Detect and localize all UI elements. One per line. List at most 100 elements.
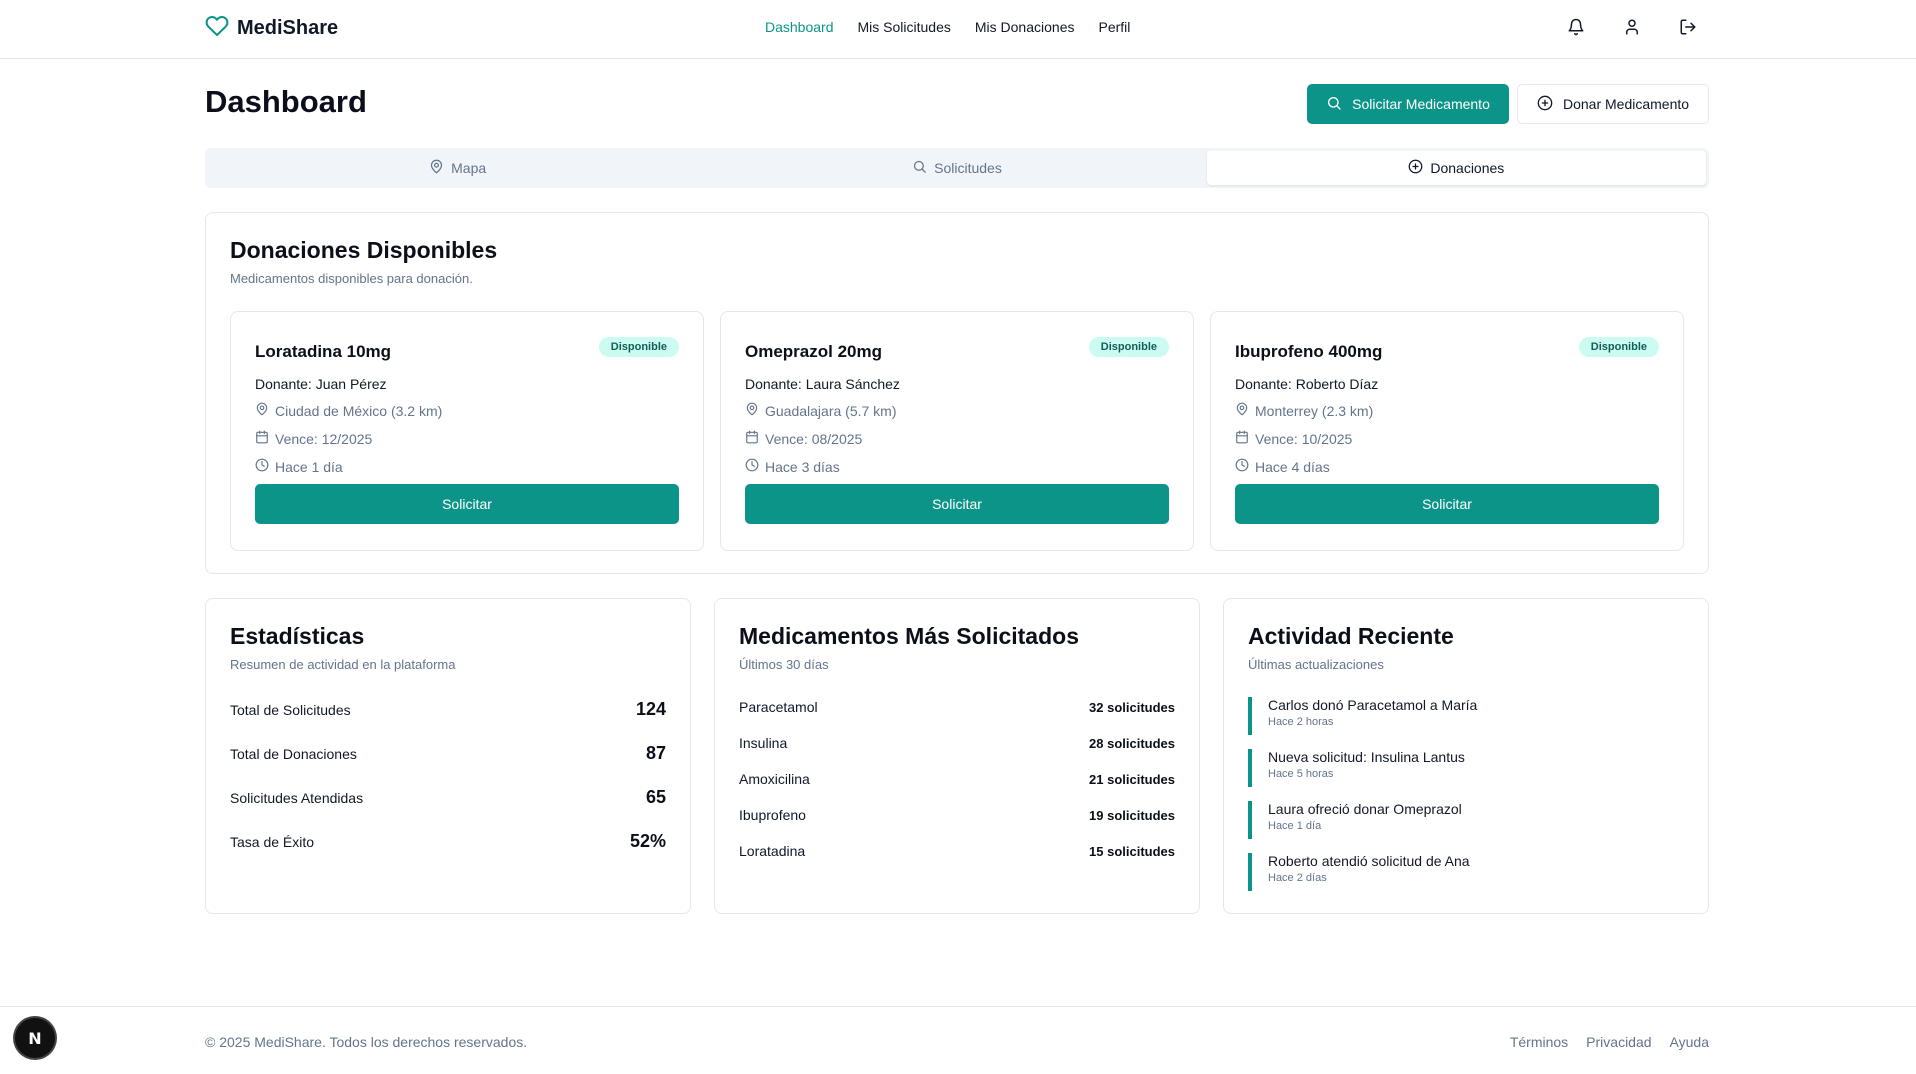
request-medication-button[interactable]: Solicitar Medicamento xyxy=(1307,84,1509,124)
stat-row: Total de Donaciones 87 xyxy=(230,743,666,764)
donations-subtitle: Medicamentos disponibles para donación. xyxy=(230,271,473,286)
activity-time: Hace 1 día xyxy=(1268,820,1322,832)
tab-donaciones-label: Donaciones xyxy=(1430,160,1505,176)
stat-row: Solicitudes Atendidas 65 xyxy=(230,787,666,808)
footer-link-help[interactable]: Ayuda xyxy=(1670,1034,1709,1050)
donor-name: Donante: Laura Sánchez xyxy=(745,376,900,392)
activity-item: Carlos donó Paracetamol a María Hace 2 h… xyxy=(1248,697,1684,735)
main-nav: Dashboard Mis Solicitudes Mis Donaciones… xyxy=(765,19,1130,35)
brand-name: MediShare xyxy=(237,17,339,39)
request-medication-label: Solicitar Medicamento xyxy=(1352,96,1490,112)
list-item: Loratadina 15 solicitudes xyxy=(739,843,1175,859)
donate-medication-label: Donar Medicamento xyxy=(1562,96,1690,112)
location-row: Ciudad de México (3.2 km) xyxy=(255,402,442,419)
footer-link-terms[interactable]: Términos xyxy=(1510,1034,1568,1050)
map-pin-icon xyxy=(429,159,444,177)
activity-time: Hace 5 horas xyxy=(1268,768,1334,780)
activity-item: Nueva solicitud: Insulina Lantus Hace 5 … xyxy=(1248,749,1684,787)
request-button[interactable]: Solicitar xyxy=(1235,484,1659,524)
request-button[interactable]: Solicitar xyxy=(255,484,679,524)
clock-icon xyxy=(1235,458,1249,475)
activity-item: Laura ofreció donar Omeprazol Hace 1 día xyxy=(1248,801,1684,839)
activity-text: Nueva solicitud: Insulina Lantus xyxy=(1268,749,1465,765)
tab-solicitudes[interactable]: Solicitudes xyxy=(707,151,1206,185)
medication-name: Omeprazol 20mg xyxy=(745,342,882,361)
expiry-text: Vence: 10/2025 xyxy=(1255,430,1353,447)
stat-label: Total de Solicitudes xyxy=(230,701,351,718)
request-count: 21 solicitudes xyxy=(1089,771,1175,787)
logout-icon[interactable] xyxy=(1678,17,1698,37)
time-row: Hace 3 días xyxy=(745,458,840,475)
dev-tools-badge[interactable]: N xyxy=(15,1018,55,1058)
donate-medication-button[interactable]: Donar Medicamento xyxy=(1517,84,1709,124)
stat-row: Total de Solicitudes 124 xyxy=(230,699,666,720)
page-footer: © 2025 MediShare. Todos los derechos res… xyxy=(0,1006,1916,1074)
most-requested-card: Medicamentos Más Solicitados Últimos 30 … xyxy=(714,598,1200,914)
statistics-title: Estadísticas xyxy=(230,623,365,649)
bell-icon[interactable] xyxy=(1566,17,1586,37)
location-row: Guadalajara (5.7 km) xyxy=(745,402,897,419)
donations-title: Donaciones Disponibles xyxy=(230,237,498,263)
expiry-row: Vence: 10/2025 xyxy=(1235,430,1352,447)
dashboard-tabs: Mapa Solicitudes Donaciones xyxy=(205,148,1709,188)
time-row: Hace 1 día xyxy=(255,458,343,475)
footer-link-privacy[interactable]: Privacidad xyxy=(1586,1034,1651,1050)
tab-mapa-label: Mapa xyxy=(451,160,487,176)
time-text: Hace 1 día xyxy=(275,458,343,475)
tab-mapa[interactable]: Mapa xyxy=(208,151,707,185)
stat-value: 65 xyxy=(645,787,666,807)
nav-mis-solicitudes[interactable]: Mis Solicitudes xyxy=(858,19,951,35)
clock-icon xyxy=(255,458,269,475)
clock-icon xyxy=(745,458,759,475)
brand-logo[interactable]: MediShare xyxy=(205,14,338,43)
activity-title: Actividad Reciente xyxy=(1248,623,1454,649)
footer-links: Términos Privacidad Ayuda xyxy=(1510,1034,1709,1050)
location-text: Monterrey (2.3 km) xyxy=(1255,402,1374,419)
most-requested-subtitle: Últimos 30 días xyxy=(739,657,829,672)
time-row: Hace 4 días xyxy=(1235,458,1330,475)
request-count: 19 solicitudes xyxy=(1089,807,1175,823)
medication-name: Paracetamol xyxy=(739,699,818,715)
stat-value: 87 xyxy=(645,743,666,763)
heart-icon xyxy=(205,14,229,43)
top-header: MediShare Dashboard Mis Solicitudes Mis … xyxy=(0,0,1916,59)
activity-text: Laura ofreció donar Omeprazol xyxy=(1268,801,1462,817)
map-pin-icon xyxy=(745,402,759,419)
stat-row: Tasa de Éxito 52% xyxy=(230,831,666,852)
request-count: 28 solicitudes xyxy=(1089,735,1175,751)
nav-mis-donaciones[interactable]: Mis Donaciones xyxy=(975,19,1075,35)
time-text: Hace 3 días xyxy=(765,458,840,475)
list-item: Paracetamol 32 solicitudes xyxy=(739,699,1175,715)
medication-name: Loratadina 10mg xyxy=(255,342,392,361)
expiry-row: Vence: 08/2025 xyxy=(745,430,862,447)
calendar-icon xyxy=(1235,430,1249,447)
status-badge: Disponible xyxy=(1578,337,1659,357)
activity-time: Hace 2 horas xyxy=(1268,716,1334,728)
location-text: Guadalajara (5.7 km) xyxy=(765,402,897,419)
stat-label: Total de Donaciones xyxy=(230,745,357,762)
page-title: Dashboard xyxy=(205,84,367,119)
medication-name: Insulina xyxy=(739,735,788,751)
stat-value: 52% xyxy=(629,831,666,851)
location-text: Ciudad de México (3.2 km) xyxy=(275,402,443,419)
calendar-icon xyxy=(745,430,759,447)
nav-perfil[interactable]: Perfil xyxy=(1098,19,1130,35)
user-icon[interactable] xyxy=(1622,17,1642,37)
activity-text: Roberto atendió solicitud de Ana xyxy=(1268,853,1470,869)
medication-name: Ibuprofeno xyxy=(739,807,806,823)
request-button[interactable]: Solicitar xyxy=(745,484,1169,524)
request-count: 15 solicitudes xyxy=(1089,843,1175,859)
status-badge: Disponible xyxy=(1088,337,1169,357)
status-badge: Disponible xyxy=(598,337,679,357)
tab-donaciones[interactable]: Donaciones xyxy=(1206,151,1706,185)
map-pin-icon xyxy=(1235,402,1249,419)
recent-activity-card: Actividad Reciente Últimas actualizacion… xyxy=(1223,598,1709,914)
search-icon xyxy=(912,159,927,177)
list-item: Ibuprofeno 19 solicitudes xyxy=(739,807,1175,823)
nav-dashboard[interactable]: Dashboard xyxy=(765,19,834,35)
donor-name: Donante: Juan Pérez xyxy=(255,376,387,392)
plus-circle-icon xyxy=(1537,95,1553,114)
tab-solicitudes-label: Solicitudes xyxy=(934,160,1002,176)
list-item: Amoxicilina 21 solicitudes xyxy=(739,771,1175,787)
stat-label: Solicitudes Atendidas xyxy=(230,789,364,806)
